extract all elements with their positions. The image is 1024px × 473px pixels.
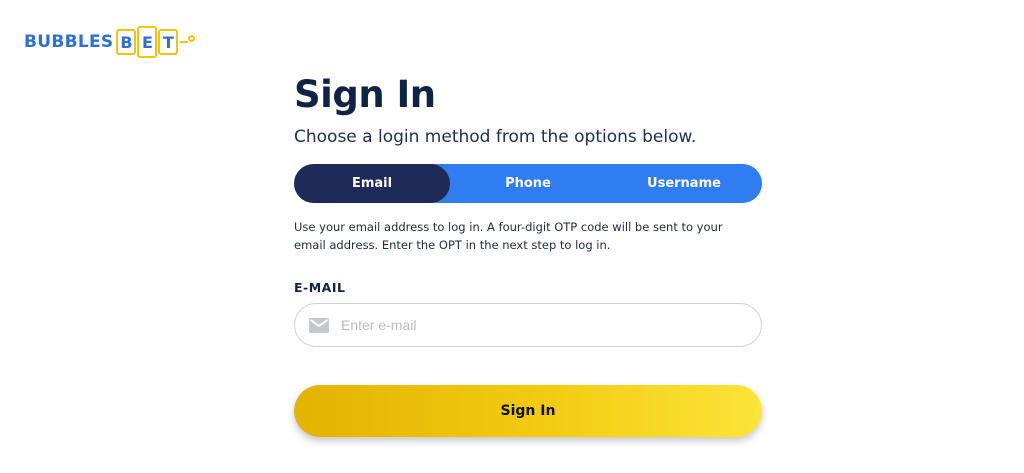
- helper-text: Use your email address to log in. A four…: [294, 220, 723, 252]
- sign-in-form: Sign In Choose a login method from the o…: [294, 72, 762, 437]
- login-method-tabs: Email Phone Username: [294, 164, 762, 203]
- logo-tile-b: B: [116, 29, 137, 55]
- tab-username[interactable]: Username: [606, 164, 762, 203]
- page-title: Sign In: [294, 73, 436, 116]
- logo-lever: [180, 41, 189, 43]
- page-subtitle: Choose a login method from the options b…: [294, 127, 697, 147]
- logo-tile-e: E: [137, 26, 158, 58]
- logo-lever-knob: [188, 34, 196, 42]
- email-input[interactable]: [339, 316, 761, 334]
- tab-phone[interactable]: Phone: [450, 164, 606, 203]
- brand-logo[interactable]: BUBBLES B E T: [24, 22, 196, 62]
- logo-tile-t: T: [158, 29, 179, 55]
- sign-in-button[interactable]: Sign In: [294, 385, 762, 437]
- tab-email[interactable]: Email: [294, 164, 450, 203]
- logo-tiles: B E T: [116, 26, 196, 58]
- logo-wordmark: BUBBLES: [24, 32, 114, 52]
- mail-icon: [309, 317, 329, 333]
- email-field-label: E-MAIL: [294, 280, 346, 295]
- email-field[interactable]: [294, 303, 762, 347]
